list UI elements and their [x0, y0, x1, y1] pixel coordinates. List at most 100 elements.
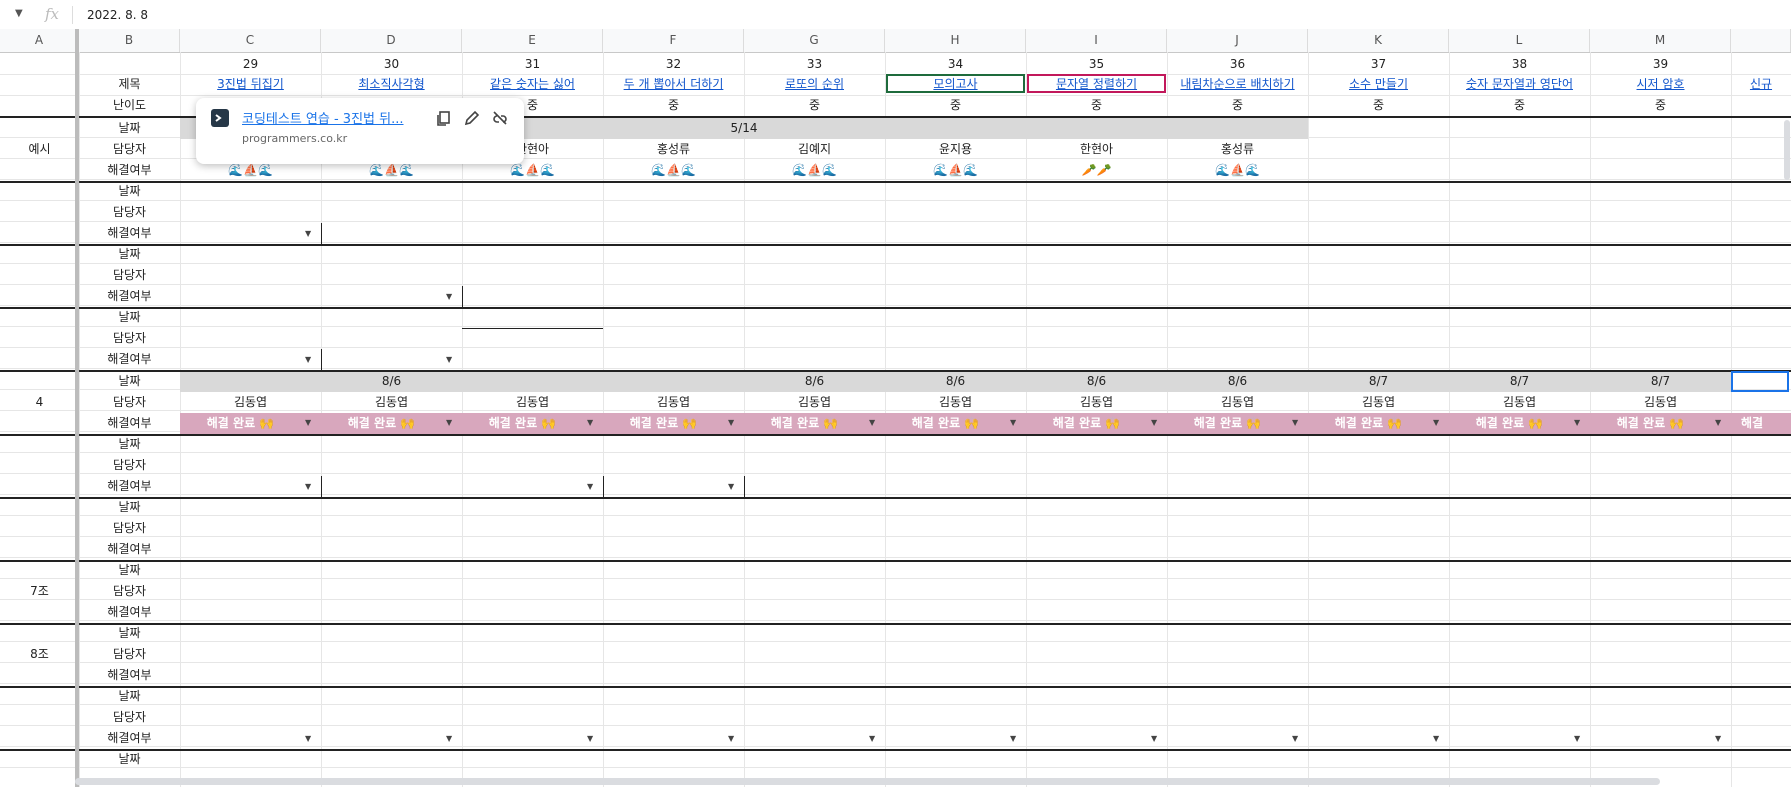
column-header-i[interactable]: I — [1026, 29, 1167, 52]
dropdown-arrow-icon[interactable]: ▼ — [1292, 418, 1298, 427]
formula-divider — [72, 6, 73, 24]
g4-status-chip[interactable]: 해결 완료 🙌 — [1590, 413, 1711, 434]
difficulty-value: 중 — [1654, 98, 1667, 112]
cell-border — [744, 476, 745, 497]
g4-status-chip[interactable]: 해결 완료 🙌 — [885, 413, 1006, 434]
column-header-e[interactable]: E — [462, 29, 603, 52]
group-divider — [0, 434, 1791, 436]
problem-link[interactable]: 3진법 뒤집기 — [180, 74, 321, 95]
dropdown-arrow-icon[interactable]: ▼ — [1574, 734, 1580, 743]
g4-status-chip[interactable]: 해결 완료 🙌 — [1449, 413, 1570, 434]
dropdown-arrow-icon[interactable]: ▼ — [305, 482, 311, 491]
dropdown-arrow-icon[interactable]: ▼ — [869, 734, 875, 743]
dropdown-arrow-icon[interactable]: ▼ — [587, 482, 593, 491]
column-header-n[interactable] — [1731, 29, 1791, 52]
owner-label: 담당자 — [112, 331, 147, 345]
owner-label: 담당자 — [112, 458, 147, 472]
column-header-f[interactable]: F — [603, 29, 744, 52]
row-gridline — [0, 557, 1791, 558]
problem-link[interactable]: 내림차순으로 배치하기 — [1167, 74, 1308, 95]
dropdown-arrow-icon[interactable]: ▼ — [1433, 734, 1439, 743]
dropdown-arrow-icon[interactable]: ▼ — [587, 734, 593, 743]
remove-link-icon[interactable] — [490, 108, 510, 128]
dropdown-arrow-icon[interactable]: ▼ — [728, 482, 734, 491]
column-header-g[interactable]: G — [744, 29, 885, 52]
dropdown-arrow-icon[interactable]: ▼ — [305, 734, 311, 743]
dropdown-arrow-icon[interactable]: ▼ — [1292, 734, 1298, 743]
problem-link[interactable]: 시저 암호 — [1590, 74, 1731, 95]
row-gridline — [0, 368, 1791, 369]
group-divider — [0, 623, 1791, 625]
g4-status-chip[interactable]: 해결 완료 🙌 — [1308, 413, 1429, 434]
problem-number: 38 — [1511, 57, 1528, 71]
g4-status-chip[interactable]: 해결 완료 🙌 — [744, 413, 865, 434]
copy-link-icon[interactable] — [434, 108, 454, 128]
date-label: 날짜 — [118, 374, 141, 388]
collaborator-cell-outline[interactable] — [1027, 74, 1166, 93]
column-header-d[interactable]: D — [321, 29, 462, 52]
g4-status-chip[interactable]: 해결 완료 🙌 — [321, 413, 442, 434]
solved-label: 해결여부 — [107, 668, 152, 682]
dropdown-arrow-icon[interactable]: ▼ — [1151, 734, 1157, 743]
problem-link[interactable]: 소수 만들기 — [1308, 74, 1449, 95]
column-header-m[interactable]: M — [1590, 29, 1731, 52]
row-gridline — [0, 620, 1791, 621]
problem-link[interactable]: 같은 숫자는 싫어 — [462, 74, 603, 95]
popup-link-title[interactable]: 코딩테스트 연습 - 3진법 뒤... — [242, 108, 404, 127]
problem-link[interactable]: 두 개 뽑아서 더하기 — [603, 74, 744, 95]
formula-input[interactable]: 2022. 8. 8 — [87, 8, 148, 22]
dropdown-arrow-icon[interactable]: ▼ — [1433, 418, 1439, 427]
dropdown-arrow-icon[interactable]: ▼ — [587, 418, 593, 427]
column-header-k[interactable]: K — [1308, 29, 1449, 52]
group-divider — [0, 686, 1791, 688]
dropdown-arrow-icon[interactable]: ▼ — [1574, 418, 1580, 427]
g4-status-chip-partial[interactable]: 해결 — [1731, 413, 1791, 434]
problem-link[interactable]: 신규 — [1731, 74, 1791, 95]
problem-link[interactable]: 로또의 순위 — [744, 74, 885, 95]
g4-owner: 김동엽 — [1361, 395, 1396, 409]
dropdown-arrow-icon[interactable]: ▼ — [1151, 418, 1157, 427]
column-header-c[interactable]: C — [180, 29, 321, 52]
dropdown-arrow-icon[interactable]: ▼ — [305, 418, 311, 427]
edit-link-icon[interactable] — [462, 108, 482, 128]
dropdown-arrow-icon[interactable]: ▼ — [305, 229, 311, 238]
g4-status-chip[interactable]: 해결 완료 🙌 — [462, 413, 583, 434]
dropdown-arrow-icon[interactable]: ▼ — [446, 418, 452, 427]
frozen-column-divider[interactable] — [75, 29, 79, 787]
g4-status-chip[interactable]: 해결 완료 🙌 — [180, 413, 301, 434]
column-header-j[interactable]: J — [1167, 29, 1308, 52]
dropdown-arrow-icon[interactable]: ▼ — [728, 734, 734, 743]
row-gridline — [0, 326, 1791, 327]
g4-status-chip[interactable]: 해결 완료 🙌 — [603, 413, 724, 434]
vertical-scrollbar[interactable] — [1784, 120, 1790, 180]
column-header-h[interactable]: H — [885, 29, 1026, 52]
column-header-a[interactable]: A — [0, 29, 79, 52]
problem-link[interactable]: 최소직사각형 — [321, 74, 462, 95]
dropdown-arrow-icon[interactable]: ▼ — [1715, 734, 1721, 743]
dropdown-arrow-icon[interactable]: ▼ — [728, 418, 734, 427]
dropdown-arrow-icon[interactable]: ▼ — [446, 292, 452, 301]
dropdown-arrow-icon[interactable]: ▼ — [1010, 734, 1016, 743]
cell-border — [462, 328, 603, 329]
dropdown-arrow-icon[interactable]: ▼ — [1010, 418, 1016, 427]
column-header-l[interactable]: L — [1449, 29, 1590, 52]
dropdown-arrow-icon[interactable]: ▼ — [869, 418, 875, 427]
active-cell-outline[interactable] — [1731, 371, 1789, 392]
name-box-dropdown-icon[interactable]: ▼ — [15, 8, 23, 19]
g4-owner: 김동엽 — [1643, 395, 1678, 409]
problem-link[interactable]: 숫자 문자열과 영단어 — [1449, 74, 1590, 95]
g4-status-chip[interactable]: 해결 완료 🙌 — [1167, 413, 1288, 434]
group-divider — [0, 307, 1791, 309]
dropdown-arrow-icon[interactable]: ▼ — [305, 355, 311, 364]
dropdown-arrow-icon[interactable]: ▼ — [1715, 418, 1721, 427]
horizontal-scrollbar[interactable] — [75, 778, 1660, 785]
dropdown-arrow-icon[interactable]: ▼ — [446, 355, 452, 364]
dropdown-arrow-icon[interactable]: ▼ — [446, 734, 452, 743]
problem-number: 30 — [383, 57, 400, 71]
selected-cell-outline[interactable] — [886, 74, 1025, 93]
difficulty-value: 중 — [1513, 98, 1526, 112]
column-header-b[interactable]: B — [79, 29, 180, 52]
group-label-example: 예시 — [28, 142, 51, 156]
g4-status-chip[interactable]: 해결 완료 🙌 — [1026, 413, 1147, 434]
g4-date: 8/6 — [1086, 374, 1107, 388]
